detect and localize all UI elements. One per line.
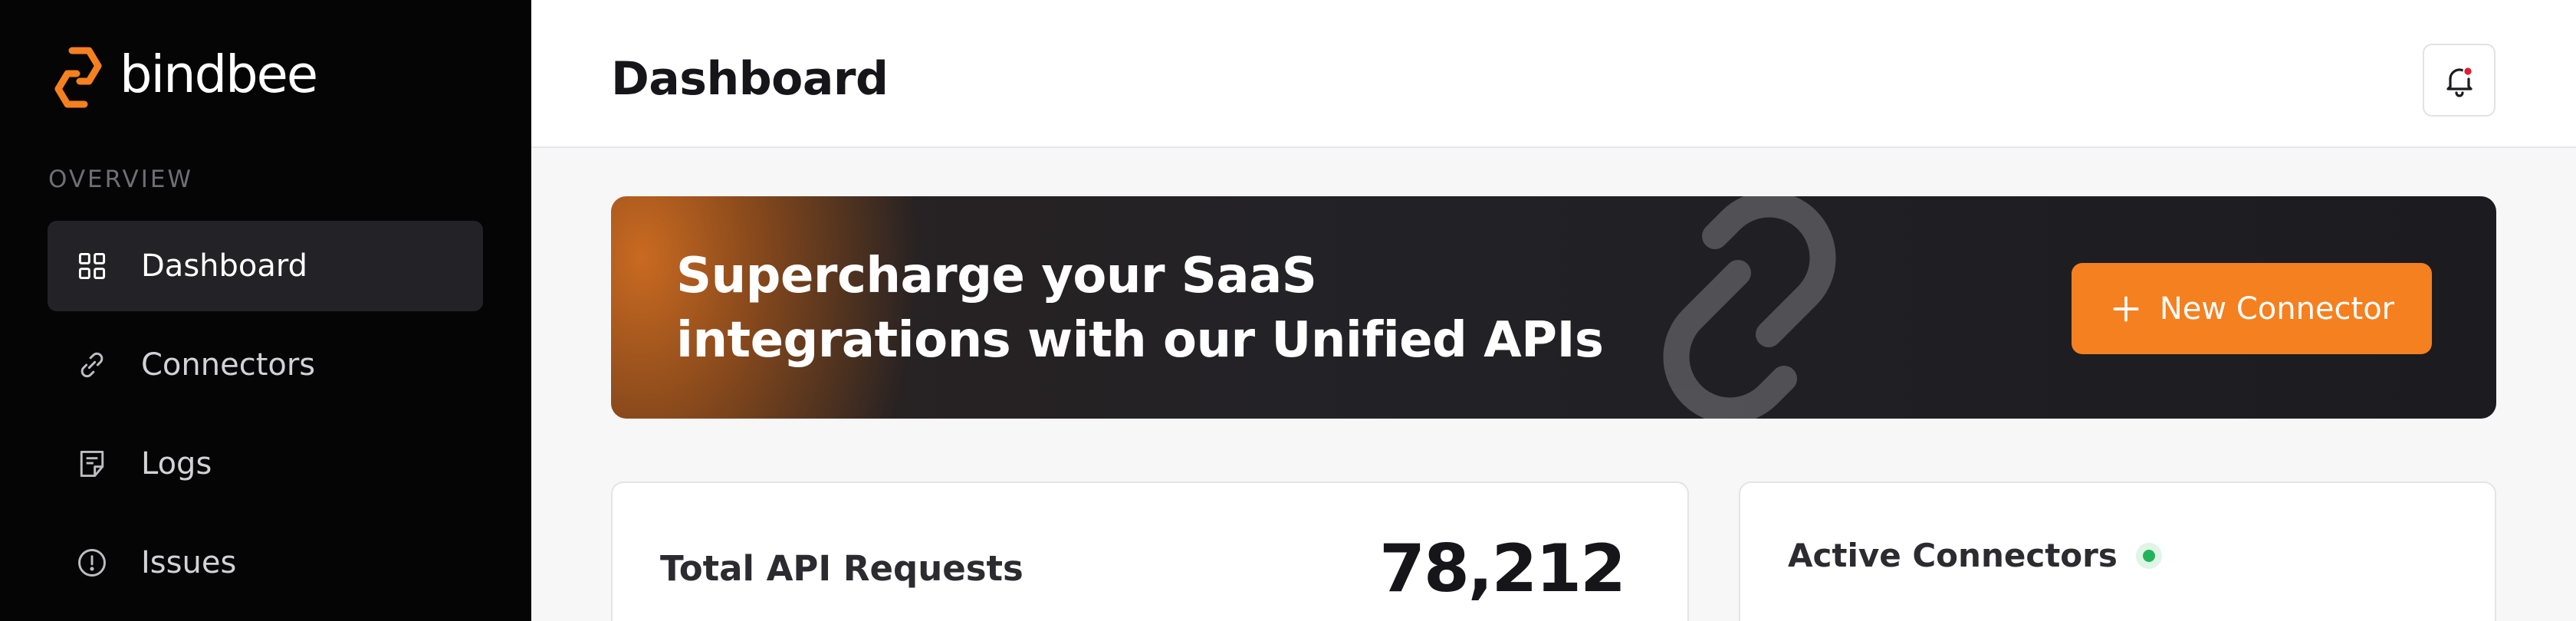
sidebar-nav: Dashboard Connectors Logs Issues bbox=[48, 221, 483, 616]
card-value: 78,212 bbox=[1379, 531, 1626, 607]
status-indicator bbox=[2135, 542, 2162, 569]
status-dot-inner bbox=[2142, 549, 2155, 562]
new-connector-label: New Connector bbox=[2159, 291, 2395, 327]
alert-circle-icon bbox=[75, 546, 109, 580]
total-api-requests-card: Total API Requests 78,212 bbox=[611, 481, 1689, 621]
card-title-row: Active Connectors bbox=[1788, 537, 2162, 574]
bell-icon bbox=[2446, 65, 2473, 97]
notifications-button[interactable] bbox=[2423, 44, 2496, 117]
banner-line-1: Supercharge your SaaS bbox=[676, 248, 1317, 304]
sidebar-item-label: Issues bbox=[141, 545, 237, 580]
banner-line-2: integrations with our Unified APIs bbox=[676, 312, 1604, 369]
sidebar-item-label: Connectors bbox=[141, 347, 316, 383]
brand-logo[interactable]: bindbee bbox=[46, 43, 318, 112]
document-icon bbox=[75, 447, 109, 481]
sidebar-item-connectors[interactable]: Connectors bbox=[48, 320, 483, 410]
new-connector-button[interactable]: New Connector bbox=[2072, 263, 2432, 354]
section-label-overview: OVERVIEW bbox=[48, 166, 194, 193]
top-header: Dashboard bbox=[531, 0, 2576, 148]
card-title: Total API Requests bbox=[660, 548, 1024, 589]
grid-icon bbox=[75, 249, 109, 283]
sidebar-item-label: Dashboard bbox=[141, 248, 308, 284]
plus-icon bbox=[2113, 296, 2139, 321]
sidebar-item-issues[interactable]: Issues bbox=[48, 518, 483, 608]
link-icon bbox=[75, 348, 109, 382]
page-title: Dashboard bbox=[611, 52, 889, 106]
card-title: Active Connectors bbox=[1788, 537, 2118, 574]
chain-link-icon bbox=[1663, 196, 1836, 419]
promo-banner: Supercharge your SaaS integrations with … bbox=[611, 196, 2496, 419]
sidebar-item-label: Logs bbox=[141, 446, 212, 481]
sidebar-item-dashboard[interactable]: Dashboard bbox=[48, 221, 483, 311]
sidebar-item-logs[interactable]: Logs bbox=[48, 419, 483, 509]
brand-name: bindbee bbox=[120, 44, 318, 104]
active-connectors-card: Active Connectors bbox=[1739, 481, 2496, 621]
bindbee-logo-icon bbox=[54, 47, 102, 108]
sidebar: bindbee OVERVIEW Dashboard Connectors Lo… bbox=[0, 0, 531, 621]
banner-headline: Supercharge your SaaS integrations with … bbox=[676, 244, 1604, 373]
